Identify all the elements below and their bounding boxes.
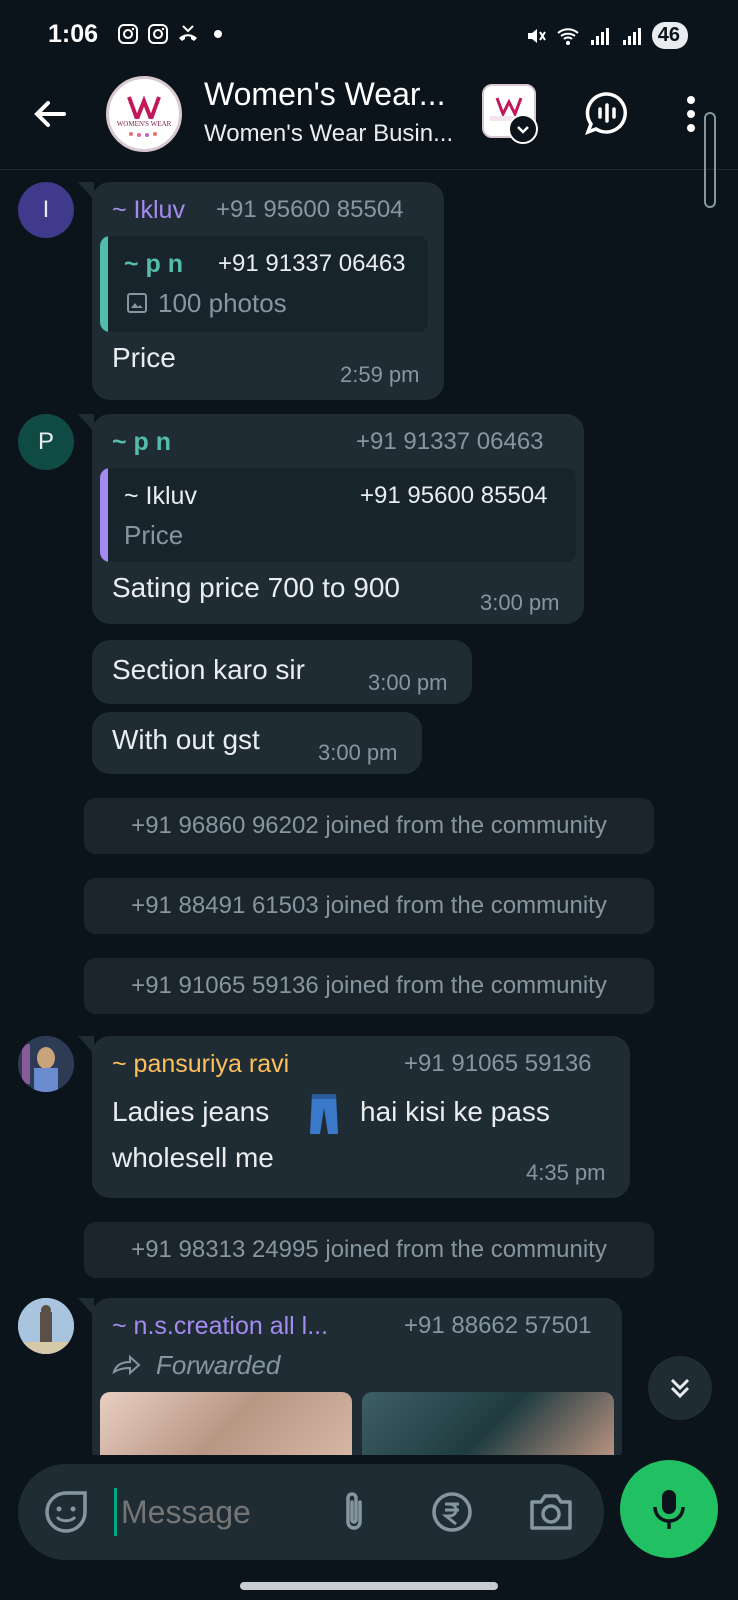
- system-message-text: +91 98313 24995 joined from the communit…: [131, 1236, 607, 1263]
- voice-message-button[interactable]: [620, 1460, 718, 1558]
- avatar[interactable]: P: [18, 414, 74, 470]
- quote-accent-bar: [100, 236, 108, 332]
- message-bubble[interactable]: ~ pansuriya ravi +91 91065 59136 Ladies …: [78, 1036, 630, 1198]
- group-title[interactable]: Women's Wear...: [204, 76, 445, 113]
- forwarded-icon: [112, 1354, 141, 1376]
- double-chevron-down-icon: [670, 1378, 690, 1399]
- attach-icon[interactable]: [334, 1488, 374, 1536]
- instagram-icon: [148, 24, 168, 44]
- photo-icon: [127, 293, 147, 313]
- dot-icon: [214, 30, 222, 38]
- sticker-icon[interactable]: [44, 1490, 88, 1534]
- message-bubble[interactable]: ~ n.s.creation all l... +91 88662 57501 …: [78, 1298, 622, 1455]
- signal-icon: [590, 27, 609, 45]
- avatar[interactable]: [18, 1298, 74, 1354]
- sender-phone[interactable]: +91 95600 85504: [216, 196, 404, 224]
- sender-phone[interactable]: +91 91065 59136: [404, 1050, 592, 1078]
- message-composer: [18, 1464, 604, 1560]
- rupee-payment-icon[interactable]: [430, 1490, 474, 1534]
- system-status-icons: 46: [524, 22, 688, 49]
- quote-text: Price: [124, 520, 184, 550]
- sender-phone[interactable]: +91 88662 57501: [404, 1312, 592, 1340]
- system-message-text: +91 91065 59136 joined from the communit…: [131, 972, 607, 999]
- chat-area: I ~ Ikluv +91 95600 85504 ~ p n +91 9133…: [0, 170, 738, 1455]
- system-message-text: +91 96860 96202 joined from the communit…: [131, 812, 607, 839]
- status-time: 1:06: [48, 20, 99, 48]
- camera-icon[interactable]: [528, 1490, 574, 1534]
- quote-text: 100 photos: [158, 288, 287, 318]
- message-bubble[interactable]: ~ Ikluv +91 95600 85504 ~ p n +91 91337 …: [78, 182, 444, 400]
- svg-text:WOMEN'S WEAR: WOMEN'S WEAR: [117, 120, 172, 128]
- message-time: 3:00 pm: [318, 740, 398, 765]
- message-text: Sating price 700 to 900: [112, 572, 400, 603]
- quote-phone: +91 95600 85504: [360, 482, 548, 509]
- system-message: +91 96860 96202 joined from the communit…: [84, 798, 654, 854]
- message-text: With out gst: [112, 724, 260, 755]
- profile-photo: [18, 1036, 74, 1092]
- community-chevron-icon[interactable]: [508, 114, 538, 144]
- battery-indicator: 46: [651, 22, 688, 49]
- quote-accent-bar: [100, 468, 108, 562]
- quote-sender: ~ Ikluv: [124, 482, 197, 510]
- message-bubble[interactable]: ~ p n +91 91337 06463 ~ Ikluv +91 95600 …: [78, 414, 584, 624]
- avatar-letter: I: [42, 196, 50, 223]
- sender-name[interactable]: ~ p n: [112, 428, 171, 457]
- message-time: 2:59 pm: [340, 362, 420, 387]
- sender-name[interactable]: ~ Ikluv: [112, 196, 185, 225]
- notification-icons: [116, 22, 230, 46]
- home-indicator[interactable]: [240, 1582, 498, 1590]
- message-text: Ladies jeans: [112, 1096, 270, 1127]
- system-message-text: +91 88491 61503 joined from the communit…: [131, 892, 607, 919]
- sender-phone[interactable]: +91 91337 06463: [356, 428, 544, 456]
- system-message: +91 91065 59136 joined from the communit…: [84, 958, 654, 1014]
- back-arrow-icon[interactable]: [28, 92, 72, 136]
- system-message: +91 88491 61503 joined from the communit…: [84, 878, 654, 934]
- group-subtitle[interactable]: Women's Wear Busin...: [204, 120, 453, 148]
- status-bar: 1:06 46: [0, 0, 738, 72]
- profile-photo: [18, 1298, 74, 1354]
- sender-name[interactable]: ~ pansuriya ravi: [112, 1050, 289, 1079]
- chat-header: WOMEN'S WEAR Women's Wear... Women's Wea…: [0, 72, 738, 170]
- message-time: 3:00 pm: [368, 670, 448, 695]
- missed-call-icon: [179, 25, 197, 41]
- sender-name[interactable]: ~ n.s.creation all l...: [112, 1312, 328, 1341]
- forwarded-label: Forwarded: [156, 1350, 281, 1380]
- message-time: 4:35 pm: [526, 1160, 606, 1185]
- avatar[interactable]: I: [18, 182, 74, 238]
- message-time: 3:00 pm: [480, 590, 560, 615]
- message-input[interactable]: [114, 1488, 314, 1536]
- group-logo: WOMEN'S WEAR: [111, 81, 177, 147]
- media-thumbnail[interactable]: [100, 1392, 352, 1455]
- wifi-icon: [557, 27, 579, 45]
- more-options-icon[interactable]: [680, 92, 702, 136]
- jeans-emoji-icon: [310, 1094, 338, 1134]
- media-thumbnail[interactable]: [362, 1392, 614, 1455]
- message-text: Price: [112, 342, 176, 373]
- avatar[interactable]: [18, 1036, 74, 1092]
- message-bubble[interactable]: With out gst 3:00 pm: [92, 712, 422, 774]
- scroll-to-bottom-button[interactable]: [648, 1356, 712, 1420]
- message-bubble[interactable]: Section karo sir 3:00 pm: [92, 640, 472, 704]
- microphone-icon: [653, 1490, 685, 1529]
- mute-icon: [527, 28, 546, 43]
- signal-icon: [622, 27, 641, 45]
- group-avatar[interactable]: WOMEN'S WEAR: [106, 76, 182, 152]
- quote-phone: +91 91337 06463: [218, 250, 406, 277]
- quoted-message[interactable]: ~ p n +91 91337 06463 100 photos: [100, 236, 428, 332]
- quote-sender: ~ p n: [124, 250, 184, 278]
- quoted-message[interactable]: ~ Ikluv +91 95600 85504 Price: [100, 468, 576, 562]
- message-text: hai kisi ke pass: [360, 1096, 550, 1127]
- instagram-icon: [118, 24, 138, 44]
- voice-chat-icon[interactable]: [584, 90, 630, 136]
- system-message: +91 98313 24995 joined from the communit…: [84, 1222, 654, 1278]
- message-text: wholesell me: [112, 1142, 274, 1173]
- message-text: Section karo sir: [112, 654, 305, 685]
- avatar-letter: P: [37, 428, 54, 455]
